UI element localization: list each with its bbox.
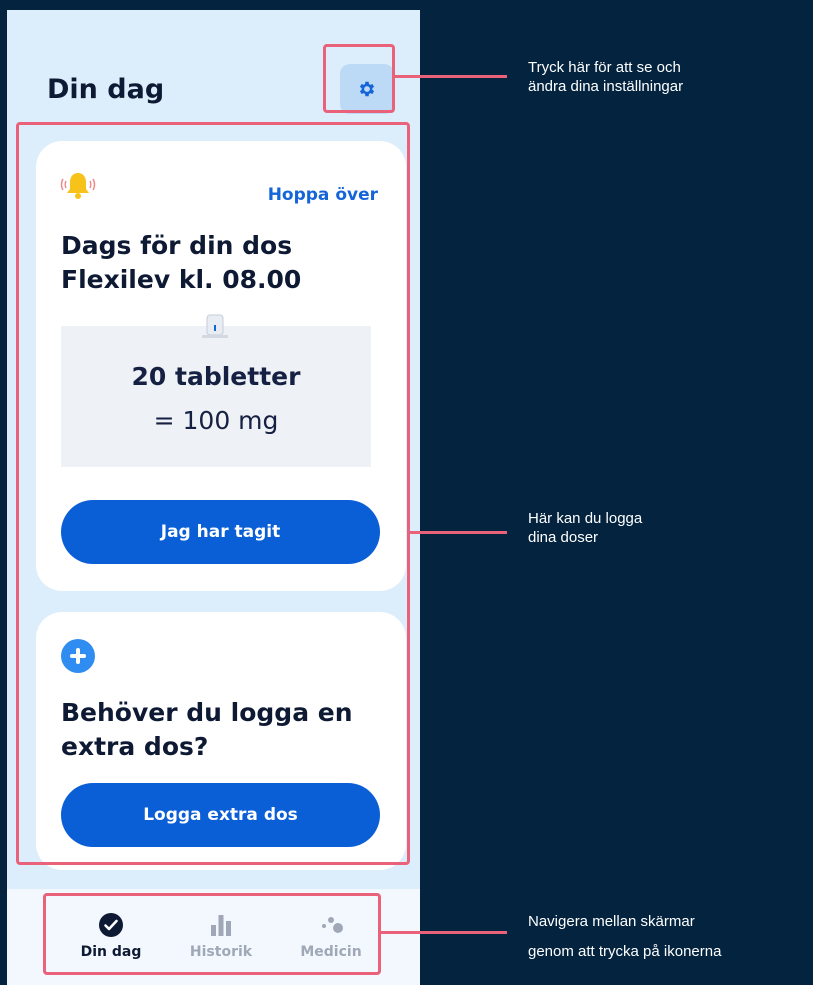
- callout-line-text: dina doser: [528, 529, 599, 546]
- nav-highlight: [43, 893, 381, 975]
- callout-line-text: Här kan du logga: [528, 510, 643, 527]
- page-title: Din dag: [47, 74, 165, 105]
- callout-line-text: Tryck här för att se och: [528, 59, 681, 76]
- settings-callout-line: [395, 75, 507, 78]
- nav-callout-line: [381, 931, 507, 934]
- cards-highlight: [16, 122, 410, 865]
- settings-highlight: [323, 44, 395, 113]
- cards-callout: Här kan du logga dina doser: [528, 509, 642, 547]
- callout-line-text: Navigera mellan skärmar: [528, 913, 695, 930]
- callout-line-text: ändra dina inställningar: [528, 78, 684, 95]
- nav-callout: Navigera mellan skärmar genom att trycka…: [528, 907, 721, 967]
- cards-callout-line: [410, 531, 507, 534]
- settings-callout: Tryck här för att se och ändra dina inst…: [528, 58, 683, 96]
- callout-line-text: genom att trycka på ikonerna: [528, 943, 722, 960]
